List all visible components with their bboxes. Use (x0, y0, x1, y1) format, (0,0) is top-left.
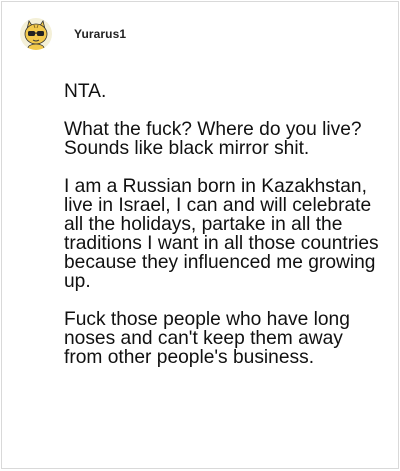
comment-paragraph: I am a Russian born in Kazakhstan, live … (64, 176, 379, 292)
cartoon-cat-avatar-icon (24, 20, 48, 50)
username[interactable]: Yurarus1 (74, 27, 126, 41)
comment-card: Yurarus1 NTA. What the fuck? Where do yo… (1, 1, 399, 469)
avatar[interactable] (20, 18, 52, 50)
comment-paragraph: Fuck those people who have long noses an… (64, 309, 350, 368)
comment-paragraph: NTA. (64, 81, 107, 102)
comment-header: Yurarus1 (20, 18, 126, 50)
comment-body: NTA. What the fuck? Where do you live? S… (64, 82, 384, 367)
comment-paragraph: What the fuck? Where do you live? Sounds… (64, 119, 362, 159)
